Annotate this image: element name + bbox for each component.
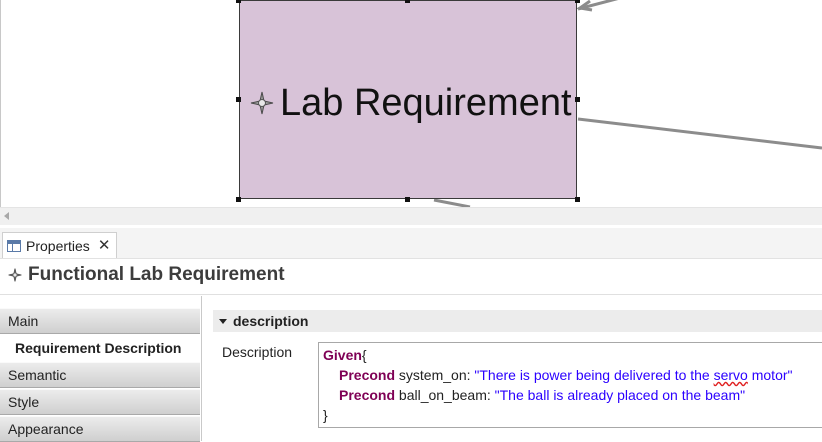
requirement-icon	[250, 91, 274, 115]
properties-tab[interactable]: Properties ✕	[2, 232, 118, 258]
view-tab-bar	[0, 228, 822, 259]
keyword-given: Given	[323, 347, 362, 363]
side-tab-main[interactable]: Main	[0, 308, 200, 334]
side-tab-appearance[interactable]: Appearance	[0, 416, 200, 442]
section-title: description	[233, 313, 309, 329]
side-tab-requirement-description[interactable]: Requirement Description	[0, 335, 200, 361]
side-tab-list: Main Requirement Description Semantic St…	[0, 296, 202, 442]
resize-handle-nw[interactable]	[236, 0, 241, 3]
description-label: Description	[222, 344, 293, 360]
node-label: Lab Requirement	[280, 82, 572, 124]
editor-line-4: }	[323, 405, 822, 425]
side-tab-style[interactable]: Style	[0, 389, 200, 415]
properties-tab-label: Properties	[26, 237, 90, 254]
header-divider	[0, 294, 822, 295]
editor-line-1: Given{	[323, 345, 822, 365]
keyword-precond: Precond	[339, 387, 396, 403]
connector-bottom	[433, 198, 471, 207]
collapse-chevron-icon[interactable]	[219, 318, 227, 324]
keyword-precond: Precond	[339, 367, 396, 383]
scroll-left-icon[interactable]	[4, 212, 9, 220]
precond-id: ball_on_beam:	[395, 387, 495, 403]
horizontal-scrollbar[interactable]	[0, 207, 822, 225]
spelling-marked-word: servo	[713, 367, 748, 383]
description-editor[interactable]: Given{ Precond system_on: "There is powe…	[318, 342, 822, 428]
requirement-node[interactable]: Lab Requirement	[239, 0, 577, 199]
diagram-canvas[interactable]: Lab Requirement	[0, 0, 822, 207]
resize-handle-e[interactable]	[575, 97, 580, 102]
properties-title: Functional Lab Requirement	[28, 264, 285, 285]
close-brace: }	[323, 407, 328, 423]
connector-right	[577, 117, 822, 150]
resize-handle-ne[interactable]	[575, 0, 580, 3]
requirement-icon	[8, 268, 22, 282]
node-content: Lab Requirement	[250, 81, 572, 125]
precond-string: "The ball is already placed on the beam"	[494, 387, 746, 403]
side-tab-semantic[interactable]: Semantic	[0, 362, 200, 388]
resize-handle-w[interactable]	[236, 97, 241, 102]
resize-handle-sw[interactable]	[236, 197, 241, 202]
resize-handle-se[interactable]	[575, 197, 580, 202]
editor-line-3: Precond ball_on_beam: "The ball is alrea…	[323, 385, 822, 405]
properties-header: Functional Lab Requirement	[8, 264, 285, 286]
open-brace: {	[361, 347, 367, 363]
close-icon[interactable]: ✕	[98, 238, 111, 253]
resize-handle-n[interactable]	[405, 0, 410, 3]
precond-string-part: "There is power being delivered to the	[474, 367, 714, 383]
editor-line-2: Precond system_on: "There is power being…	[323, 365, 822, 385]
precond-id: system_on:	[395, 367, 475, 383]
resize-handle-s[interactable]	[405, 197, 410, 202]
description-section-header[interactable]: description	[213, 310, 822, 332]
precond-string-part: motor"	[747, 367, 793, 383]
properties-icon	[7, 239, 21, 252]
